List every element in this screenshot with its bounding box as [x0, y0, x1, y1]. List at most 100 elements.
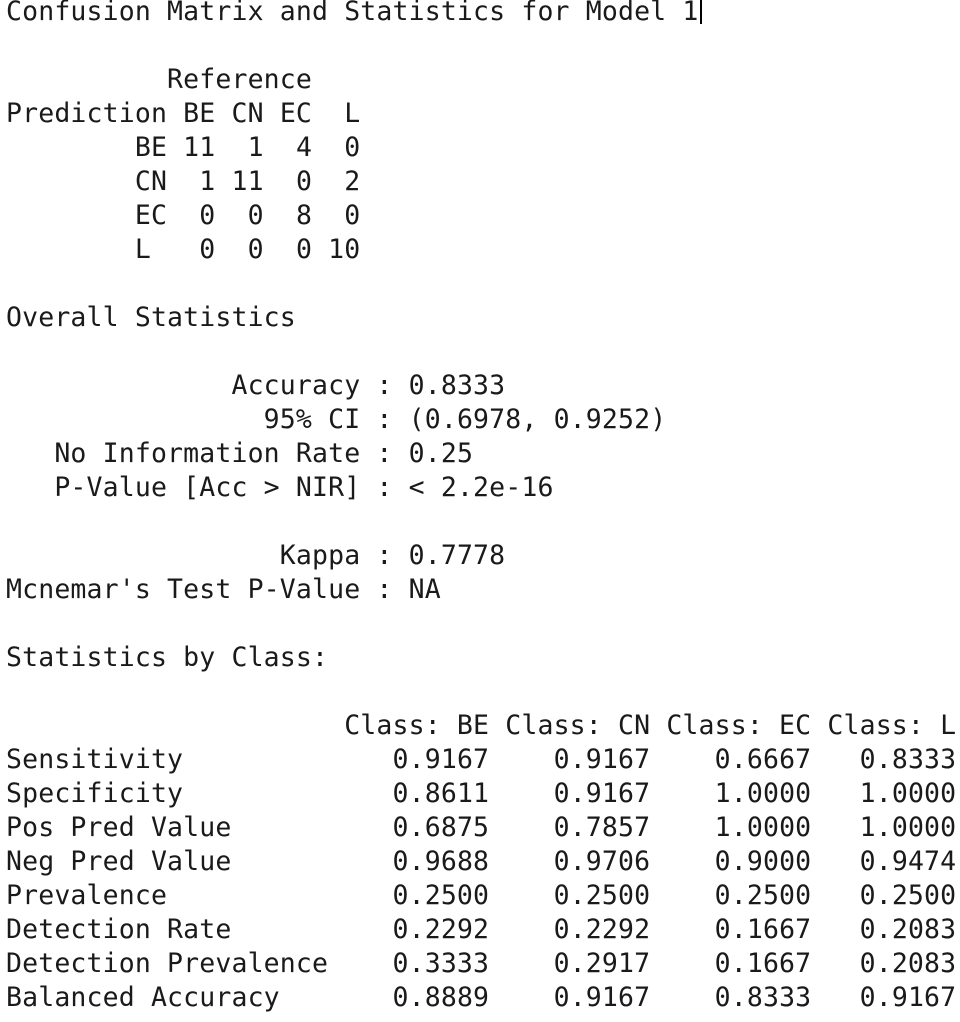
metric-value: 0.2292 [392, 914, 490, 945]
metric-value: 0.8333 [859, 744, 957, 775]
overall-stat-row: 95% CI : (0.6978, 0.9252) [263, 404, 667, 435]
metric-value: 0.9167 [553, 744, 651, 775]
class-statistics-header-row: Class: BE Class: CN Class: EC Class: L [6, 709, 956, 743]
matrix-row-label: BE [134, 132, 168, 163]
stat-value: NA [408, 574, 441, 605]
matrix-row: BE 11 1 4 0 [6, 131, 360, 165]
matrix-header-row: Prediction BE CN EC L [6, 97, 360, 131]
metric-value: 0.9000 [714, 846, 812, 877]
metric-name: Specificity [6, 778, 184, 809]
stat-name: Mcnemar's Test P-Value [6, 574, 361, 605]
matrix-cell: 10 [328, 234, 361, 265]
class-statistics-row: Detection Rate 0.2292 0.2292 0.1667 0.20… [6, 913, 956, 947]
overall-stat-row: P-Value [Acc > NIR] : < 2.2e-16 [54, 472, 554, 503]
class-column-header: Class: EC [666, 710, 812, 741]
matrix-cell: 0 [344, 132, 361, 163]
matrix-row: CN 1 11 0 2 [6, 165, 360, 199]
metric-value: 0.9706 [553, 846, 651, 877]
matrix-cell: 0 [295, 166, 313, 197]
matrix-cell: 11 [183, 132, 216, 163]
matrix-cell: 8 [295, 200, 313, 231]
metric-value: 1.0000 [859, 812, 957, 843]
prediction-label: Prediction [6, 98, 168, 129]
matrix-column-header: L [344, 98, 361, 129]
matrix-cell: 11 [231, 166, 264, 197]
metric-value: 0.2500 [714, 880, 812, 911]
metric-value: 0.9474 [859, 846, 957, 877]
metric-value: 0.2500 [859, 880, 957, 911]
matrix-cell: 0 [199, 200, 216, 231]
stat-name: 95% CI [263, 404, 361, 435]
metric-value: 0.2500 [553, 880, 651, 911]
output-title: Confusion Matrix and Statistics for Mode… [6, 0, 699, 27]
matrix-cell: 0 [295, 234, 313, 265]
overall-statistics-heading: Overall Statistics [6, 301, 296, 335]
matrix-row-label: L [134, 234, 151, 265]
class-statistics-row: Prevalence 0.2500 0.2500 0.2500 0.2500 [6, 879, 956, 913]
stat-name: Accuracy [231, 370, 361, 401]
matrix-column-header: CN [231, 98, 264, 129]
metric-value: 0.2917 [553, 948, 651, 979]
matrix-cell: 0 [344, 200, 361, 231]
metric-value: 0.2083 [859, 914, 957, 945]
stat-value: 0.7778 [408, 540, 506, 571]
matrix-cell: 0 [199, 234, 216, 265]
overall-stat-row: Mcnemar's Test P-Value : NA [6, 574, 441, 605]
matrix-row: L 0 0 0 10 [6, 233, 360, 267]
metric-value: 0.6667 [714, 744, 812, 775]
matrix-cell: 0 [247, 200, 264, 231]
matrix-cell: 4 [295, 132, 313, 163]
class-statistics-row: Balanced Accuracy 0.8889 0.9167 0.8333 0… [6, 981, 956, 1015]
class-statistics-row: Detection Prevalence 0.3333 0.2917 0.166… [6, 947, 956, 981]
metric-value: 0.7857 [553, 812, 651, 843]
overall-stat-row: No Information Rate : 0.25 [54, 438, 474, 469]
matrix-cell: 1 [199, 166, 216, 197]
matrix-row-label: CN [134, 166, 168, 197]
matrix-row-label: EC [134, 200, 168, 231]
metric-name: Balanced Accuracy [6, 982, 280, 1013]
class-column-header: Class: BE [344, 710, 490, 741]
stat-value: (0.6978, 0.9252) [408, 404, 667, 435]
metric-value: 1.0000 [859, 778, 957, 809]
title-line: Confusion Matrix and Statistics for Mode… [6, 0, 702, 29]
class-statistics-row: Pos Pred Value 0.6875 0.7857 1.0000 1.00… [6, 811, 956, 845]
metric-value: 1.0000 [714, 778, 812, 809]
stat-value: 0.8333 [408, 370, 506, 401]
metric-value: 0.1667 [714, 948, 812, 979]
console-output: Confusion Matrix and Statistics for Mode… [0, 0, 960, 1022]
matrix-row: EC 0 0 8 0 [6, 199, 360, 233]
matrix-cell: 1 [247, 132, 264, 163]
overall-stat-row: Accuracy : 0.8333 [231, 370, 506, 401]
class-statistics-row: Sensitivity 0.9167 0.9167 0.6667 0.8333 [6, 743, 956, 777]
stat-name: No Information Rate [54, 438, 361, 469]
overall-statistics-heading-text: Overall Statistics [6, 302, 296, 333]
metric-value: 0.9167 [859, 982, 957, 1013]
metric-value: 0.3333 [392, 948, 490, 979]
reference-header: Reference [6, 63, 312, 97]
matrix-cell: 2 [344, 166, 361, 197]
stat-value: 0.25 [408, 438, 474, 469]
metric-value: 0.8611 [392, 778, 490, 809]
metric-value: 0.9167 [553, 982, 651, 1013]
class-statistics-row: Neg Pred Value 0.9688 0.9706 0.9000 0.94… [6, 845, 956, 879]
metric-value: 0.8333 [714, 982, 812, 1013]
text-cursor [699, 0, 702, 24]
metric-name: Neg Pred Value [6, 846, 232, 877]
overall-stat-row: Kappa : 0.7778 [279, 540, 506, 571]
metric-name: Detection Rate [6, 914, 232, 945]
metric-value: 0.8889 [392, 982, 490, 1013]
class-statistics-heading-text: Statistics by Class: [6, 642, 329, 673]
metric-value: 0.1667 [714, 914, 812, 945]
metric-value: 1.0000 [714, 812, 812, 843]
class-column-header: Class: L [827, 710, 957, 741]
metric-name: Sensitivity [6, 744, 184, 775]
metric-name: Prevalence [6, 880, 168, 911]
stat-name: Kappa [279, 540, 361, 571]
metric-name: Detection Prevalence [6, 948, 329, 979]
stat-name: P-Value [Acc > NIR] [54, 472, 361, 503]
metric-value: 0.9167 [553, 778, 651, 809]
matrix-cell: 0 [247, 234, 264, 265]
metric-value: 0.2500 [392, 880, 490, 911]
class-column-header: Class: CN [505, 710, 651, 741]
matrix-column-header: BE [183, 98, 216, 129]
